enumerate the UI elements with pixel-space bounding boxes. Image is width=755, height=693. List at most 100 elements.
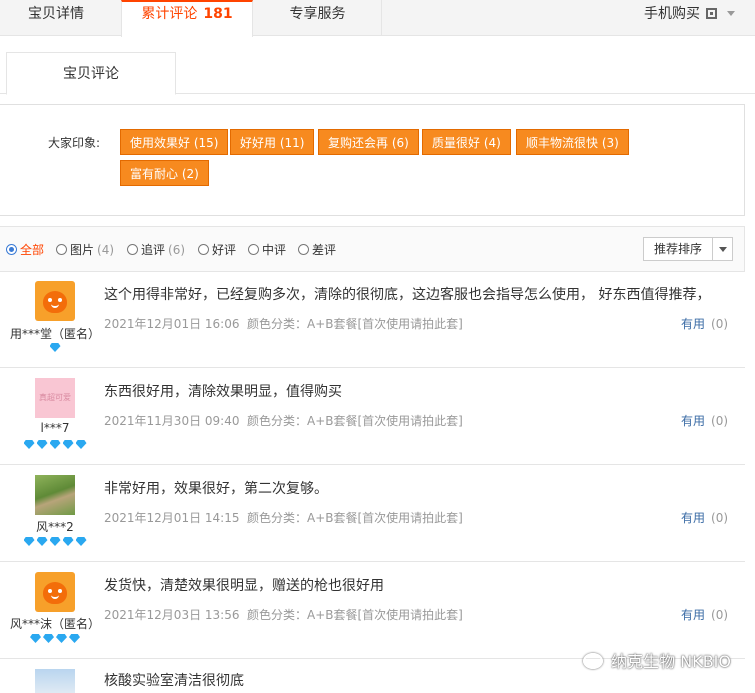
useful-button[interactable]: 有用 (0)	[681, 412, 728, 429]
useful-button[interactable]: 有用 (0)	[681, 509, 728, 526]
reviewer-nickname: 风***2	[36, 520, 74, 534]
mascot-face-icon	[43, 291, 67, 313]
review-date: 2021年11月30日 09:40	[104, 414, 240, 428]
useful-count: (0)	[711, 608, 729, 622]
filter-all[interactable]: 全部	[6, 241, 44, 258]
radio-icon	[6, 244, 17, 255]
wechat-icon	[583, 653, 604, 669]
avatar[interactable]	[35, 669, 75, 693]
review-spec: 颜色分类：A+B套餐[首次使用请拍此套]	[247, 608, 463, 622]
diamond-icon	[69, 634, 80, 643]
filter-neutral[interactable]: 中评	[248, 241, 286, 258]
review-item: 真超可爱 l***7 东西很好用，清除效果明显，值得购买 2021年11月30日…	[0, 368, 745, 465]
avatar[interactable]	[35, 281, 75, 321]
impression-tag[interactable]: 质量很好 (4)	[422, 129, 511, 155]
tab-reviews-label: 累计评论	[141, 6, 198, 22]
impression-tag[interactable]: 复购还会再 (6)	[318, 129, 419, 155]
review-item: 风***2 非常好用，效果很好，第二次复够。 2021年12月01日 14:15…	[0, 465, 745, 562]
useful-label: 有用	[681, 414, 706, 428]
review-spec: 颜色分类：A+B套餐[首次使用请拍此套]	[247, 317, 463, 331]
review-spec: 颜色分类：A+B套餐[首次使用请拍此套]	[247, 414, 463, 428]
review-date: 2021年12月01日 14:15	[104, 511, 240, 525]
review-content: 非常好用，效果很好，第二次复够。	[104, 481, 328, 497]
sort-label: 推荐排序	[654, 242, 703, 256]
filter-follow-up[interactable]: 追评 (6)	[127, 241, 185, 258]
diamond-icon	[62, 537, 74, 546]
impression-tag[interactable]: 富有耐心 (2)	[120, 160, 209, 186]
review-content: 东西很好用，清除效果明显，值得购买	[104, 384, 342, 400]
radio-icon	[56, 244, 67, 255]
tab-product-reviews[interactable]: 宝贝评论	[6, 52, 176, 95]
useful-count: (0)	[711, 414, 729, 428]
tab-exclusive-service[interactable]: 专享服务	[254, 0, 382, 36]
filter-positive[interactable]: 好评	[198, 241, 236, 258]
diamond-icon	[75, 440, 87, 449]
reviewer-nickname: 风***沫（匿名）	[9, 617, 100, 631]
useful-label: 有用	[681, 511, 706, 525]
diamond-icon	[43, 634, 54, 643]
mobile-buy-button[interactable]: 手机购买	[644, 0, 735, 30]
top-tab-bar: 宝贝详情 累计评论 181 专享服务 手机购买	[0, 0, 755, 37]
diamond-icon	[75, 537, 87, 546]
reviewer-level-gems	[0, 634, 110, 646]
filter-images[interactable]: 图片 (4)	[56, 241, 114, 258]
avatar[interactable]	[35, 572, 75, 612]
tab-reviews[interactable]: 累计评论 181	[121, 0, 253, 37]
diamond-icon	[23, 440, 35, 449]
review-date: 2021年12月01日 16:06	[104, 317, 240, 331]
filter-label: 差评	[312, 243, 337, 257]
useful-label: 有用	[681, 317, 706, 331]
tab-product-details[interactable]: 宝贝详情	[0, 0, 112, 36]
diamond-icon	[49, 343, 61, 352]
chevron-down-icon	[727, 11, 735, 16]
mascot-face-icon	[43, 582, 67, 604]
filter-label: 追评	[141, 243, 166, 257]
tab-reviews-count: 181	[203, 6, 233, 22]
avatar[interactable]: 真超可爱	[35, 378, 75, 418]
reviewer-nickname: l***7	[40, 421, 70, 435]
qr-code-icon	[706, 8, 717, 19]
filter-label: 图片	[70, 243, 95, 257]
impression-tag[interactable]: 顺丰物流很快 (3)	[516, 129, 629, 155]
review-content: 这个用得非常好，已经复购多次，清除的很彻底，这边客服也会指导怎么使用， 好东西值…	[104, 287, 711, 303]
review-content: 核酸实验室清洁很彻底	[104, 673, 244, 689]
filter-label: 全部	[20, 243, 45, 257]
radio-icon	[127, 244, 138, 255]
review-filter-bar: 全部 图片 (4) 追评 (6) 好评 中评 差评 推荐排序	[0, 226, 745, 272]
mobile-buy-label: 手机购买	[644, 6, 700, 22]
useful-label: 有用	[681, 608, 706, 622]
watermark-text: 纳克生物 NKBIO	[611, 652, 731, 671]
diamond-icon	[49, 440, 61, 449]
review-date: 2021年12月03日 13:56	[104, 608, 240, 622]
useful-count: (0)	[711, 317, 729, 331]
filter-label: 中评	[262, 243, 287, 257]
useful-button[interactable]: 有用 (0)	[681, 315, 728, 332]
diamond-icon	[36, 537, 48, 546]
reviewer-level-gems	[0, 537, 110, 549]
diamond-icon	[62, 440, 74, 449]
filter-count: (4)	[97, 243, 115, 257]
sub-tab-bar: 宝贝评论	[0, 52, 755, 95]
radio-icon	[198, 244, 209, 255]
impression-tag[interactable]: 使用效果好 (15)	[120, 129, 229, 155]
diamond-icon	[30, 634, 41, 643]
reviewer-nickname: 用***堂（匿名）	[9, 327, 100, 341]
impressions-label: 大家印象:	[48, 136, 101, 150]
diamond-icon	[56, 634, 67, 643]
reviewer-level-gems	[0, 440, 110, 452]
reviewer-level-gems	[0, 343, 110, 355]
radio-icon	[248, 244, 259, 255]
review-content: 发货快，清楚效果很明显，赠送的枪也很好用	[104, 578, 384, 594]
useful-button[interactable]: 有用 (0)	[681, 606, 728, 623]
review-item: 用***堂（匿名） 这个用得非常好，已经复购多次，清除的很彻底，这边客服也会指导…	[0, 271, 745, 368]
avatar[interactable]	[35, 475, 75, 515]
watermark: 纳克生物 NKBIO	[583, 648, 731, 672]
impression-tag[interactable]: 好好用 (11)	[230, 129, 315, 155]
diamond-icon	[49, 537, 61, 546]
diamond-icon	[36, 440, 48, 449]
filter-negative[interactable]: 差评	[298, 241, 336, 258]
radio-icon	[298, 244, 309, 255]
filter-label: 好评	[212, 243, 237, 257]
diamond-icon	[23, 537, 35, 546]
sort-dropdown[interactable]: 推荐排序	[643, 237, 733, 261]
